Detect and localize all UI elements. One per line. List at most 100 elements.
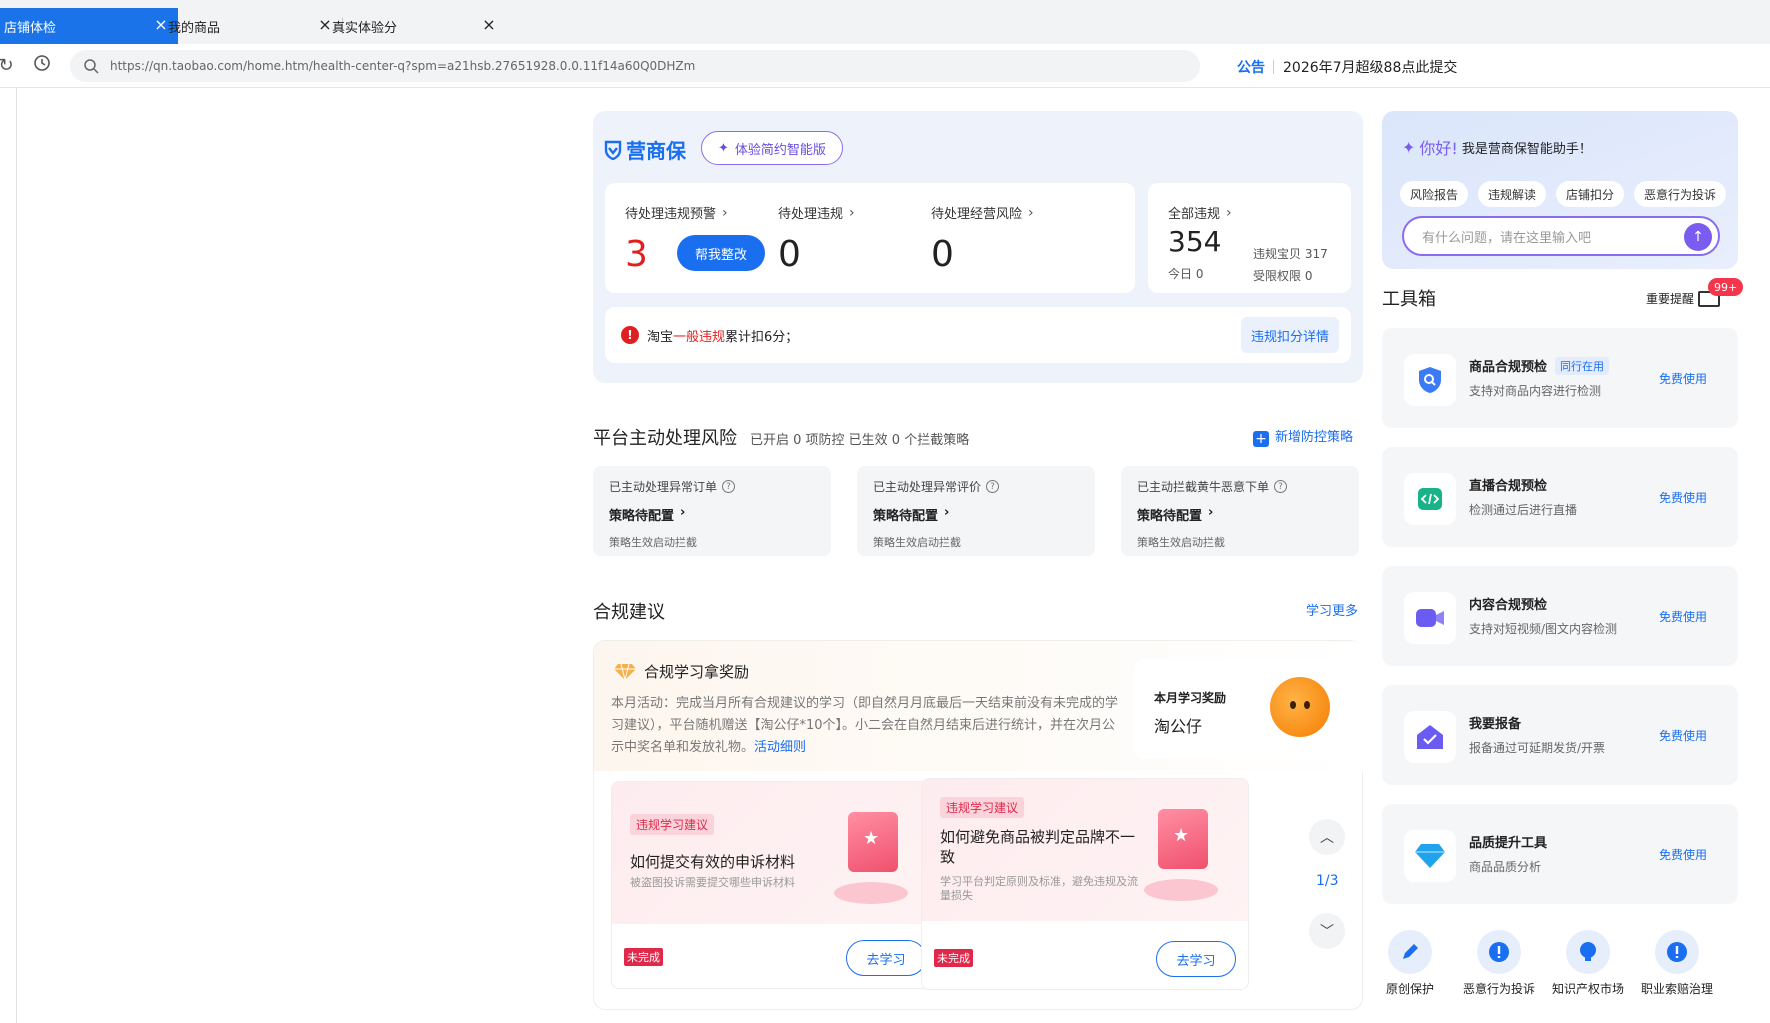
course-title: 如何提交有效的申诉材料 xyxy=(630,853,796,871)
course-card[interactable]: 违规学习建议 如何提交有效的申诉材料 被盗图投诉需要提交哪些申诉材料 ★ 未完成… xyxy=(611,781,939,989)
tab-shop-checkup[interactable]: 店铺体检 × xyxy=(0,8,178,44)
monthly-reward-value: 淘公仔 xyxy=(1154,717,1203,736)
stat-title: 待处理违规预警 xyxy=(625,207,717,222)
help-icon[interactable]: ? xyxy=(722,480,736,493)
all-violation[interactable]: 全部违规 › 354 今日 0 违规宝贝 317 受限权限 0 xyxy=(1148,183,1351,293)
free-use-link[interactable]: 免费使用 xyxy=(1659,727,1707,744)
history-icon[interactable] xyxy=(30,54,54,78)
chip-shop-deduction[interactable]: 店铺扣分 xyxy=(1556,181,1625,207)
pedestal-icon xyxy=(834,882,908,904)
stat-title: 全部违规 xyxy=(1168,207,1221,222)
course-cover: 违规学习建议 如何避免商品被判定品牌不一致 学习平台判定原则及标准，避免违规及流… xyxy=(922,779,1248,921)
free-use-link[interactable]: 免费使用 xyxy=(1659,846,1707,863)
help-icon[interactable]: ? xyxy=(1274,480,1288,493)
go-study-button[interactable]: 去学习 xyxy=(1156,941,1236,977)
deduction-tip: ! 淘宝 一般违规 累计扣6分； 违规扣分详情 xyxy=(605,307,1351,363)
chevron-up-icon[interactable]: ︿ xyxy=(1309,819,1345,855)
assistant-panel: ✦ 你好! 我是营商保智能助手！ 风险报告 违规解读 店铺扣分 恶意行为投诉 有… xyxy=(1382,111,1738,269)
tool-name: 品质提升工具 xyxy=(1469,836,1548,851)
free-use-link[interactable]: 免费使用 xyxy=(1659,489,1707,506)
chip-risk-report[interactable]: 风险报告 xyxy=(1400,181,1469,207)
pending-violation[interactable]: 待处理违规 › 0 xyxy=(778,203,855,276)
add-strategy-link[interactable]: + 新增防控策略 xyxy=(1253,426,1353,447)
quick-original-protection[interactable]: 原创保护 xyxy=(1370,930,1450,997)
risk-card-review[interactable]: 已主动处理异常评价? 策略待配置 › 策略生效启动拦截 xyxy=(857,466,1095,556)
pending-risk[interactable]: 待处理经营风险 › 0 xyxy=(931,203,1034,276)
tip-suffix: 累计扣6分； xyxy=(725,329,799,345)
course-card[interactable]: 违规学习建议 如何避免商品被判定品牌不一致 学习平台判定原则及标准，避免违规及流… xyxy=(921,778,1249,990)
assistant-intro: 我是营商保智能助手！ xyxy=(1461,141,1592,157)
tab-label: 店铺体检 xyxy=(4,20,57,36)
free-use-link[interactable]: 免费使用 xyxy=(1659,370,1707,387)
course-subtitle: 学习平台判定原则及标准，避免违规及流量损失 xyxy=(940,875,1138,902)
sparkle-icon: ✦ xyxy=(1402,137,1416,157)
overview-card: 营商保 ✦ 体验简约智能版 待处理违规预警 › 3 帮我整改 待处理违规 › 0 待… xyxy=(593,111,1363,383)
course-subtitle: 被盗图投诉需要提交哪些申诉材料 xyxy=(630,876,795,889)
tool-name: 直播合规预检 xyxy=(1469,479,1548,494)
free-use-link[interactable]: 免费使用 xyxy=(1659,608,1707,625)
activity-text: 本月活动：完成当月所有合规建议的学习（即自然月月底最后一天结束前没有未完成的学习… xyxy=(611,696,1119,755)
chevron-down-icon[interactable]: ﹀ xyxy=(1309,913,1345,949)
send-icon[interactable]: ↑ xyxy=(1684,223,1712,251)
tab-my-products[interactable]: 我的商品 × xyxy=(164,8,343,44)
tool-item[interactable]: 商品合规预检 同行在用 支持对商品内容进行检测 免费使用 xyxy=(1382,328,1738,428)
tool-name: 商品合规预检 xyxy=(1469,360,1548,375)
assistant-input[interactable]: 有什么问题，请在这里输入吧 ↑ xyxy=(1402,216,1720,256)
activity-rules-link[interactable]: 活动细则 xyxy=(754,740,806,755)
quick-ip-market[interactable]: 知识产权市场 xyxy=(1548,930,1628,997)
compliance-title: 合规建议 xyxy=(593,602,665,623)
tool-desc: 商品品质分析 xyxy=(1469,860,1542,874)
quick-label: 知识产权市场 xyxy=(1551,982,1624,996)
brand-logo: 营商保 xyxy=(604,135,686,164)
risk-card-status: 策略待配置 xyxy=(873,509,939,524)
tool-tag: 同行在用 xyxy=(1555,356,1610,375)
reminder-badge: 99+ xyxy=(1708,278,1744,296)
tip-prefix: 淘宝 xyxy=(647,329,674,345)
risk-card-title: 已主动处理异常评价 xyxy=(873,480,982,494)
deduction-detail-link[interactable]: 违规扣分详情 xyxy=(1240,317,1339,353)
reminder-label: 重要提醒 xyxy=(1646,292,1695,306)
important-reminder[interactable]: 重要提醒 xyxy=(1646,290,1721,307)
compliance-learning-card: 合规学习拿奖励 本月活动：完成当月所有合规建议的学习（即自然月月底最后一天结束前… xyxy=(593,640,1364,1010)
chevron-right-icon: › xyxy=(1208,505,1214,520)
risk-card-order[interactable]: 已主动处理异常订单? 策略待配置 › 策略生效启动拦截 xyxy=(593,466,831,556)
course-tag: 违规学习建议 xyxy=(940,797,1025,818)
chevron-right-icon: › xyxy=(1226,204,1232,221)
risk-card-note: 策略生效启动拦截 xyxy=(609,536,697,549)
tool-desc: 支持对短视频/图文内容检测 xyxy=(1469,622,1618,636)
diamond-icon xyxy=(1404,830,1456,882)
tool-item[interactable]: 内容合规预检 支持对短视频/图文内容检测 免费使用 xyxy=(1382,566,1738,666)
alert-icon xyxy=(1655,930,1699,974)
notice-text[interactable]: 2026年7月超级88点此提交 xyxy=(1283,57,1457,77)
help-fix-button[interactable]: 帮我整改 xyxy=(677,235,765,271)
tool-item[interactable]: 品质提升工具 商品品质分析 免费使用 xyxy=(1382,804,1738,904)
platform-risk-summary: 已开启 0 项防控 已生效 0 个拦截策略 xyxy=(750,433,970,448)
reload-icon[interactable]: ↻ xyxy=(0,54,18,78)
smart-version-button[interactable]: ✦ 体验简约智能版 xyxy=(701,131,843,165)
chip-violation-explain[interactable]: 违规解读 xyxy=(1478,181,1547,207)
course-title: 如何避免商品被判定品牌不一致 xyxy=(940,828,1136,866)
learn-more-link[interactable]: 学习更多 xyxy=(1306,600,1358,619)
limited-permissions: 受限权限 0 xyxy=(1253,269,1313,283)
risk-card-scalper[interactable]: 已主动拦截黄牛恶意下单? 策略待配置 › 策略生效启动拦截 xyxy=(1121,466,1359,556)
help-icon[interactable]: ? xyxy=(986,480,1000,493)
code-icon xyxy=(1404,473,1456,525)
tool-item[interactable]: 直播合规预检 检测通过后进行直播 免费使用 xyxy=(1382,447,1738,547)
smart-version-label: 体验简约智能版 xyxy=(734,142,826,158)
tab-real-experience[interactable]: 真实体验分 × xyxy=(328,8,506,44)
notice-label[interactable]: 公告 xyxy=(1237,57,1265,77)
quick-label: 原创保护 xyxy=(1385,982,1434,996)
pen-icon xyxy=(1388,930,1432,974)
chip-malicious-report[interactable]: 恶意行为投诉 xyxy=(1634,181,1727,207)
tab-label: 我的商品 xyxy=(168,20,221,36)
go-study-button[interactable]: 去学习 xyxy=(846,940,926,976)
risk-card-note: 策略生效启动拦截 xyxy=(1137,536,1225,549)
tool-item[interactable]: 我要报备 报备通过可延期发货/开票 免费使用 xyxy=(1382,685,1738,785)
quick-malicious-report[interactable]: 恶意行为投诉 xyxy=(1459,930,1539,997)
quick-claim-governance[interactable]: 职业索赔治理 xyxy=(1637,930,1717,997)
tool-desc: 检测通过后进行直播 xyxy=(1469,503,1578,517)
monthly-reward: 本月学习奖励 淘公仔 xyxy=(1134,659,1346,759)
divider xyxy=(1273,60,1274,74)
close-icon[interactable]: × xyxy=(480,16,498,34)
url-field[interactable]: https://qn.taobao.com/home.htm/health-ce… xyxy=(70,50,1200,82)
